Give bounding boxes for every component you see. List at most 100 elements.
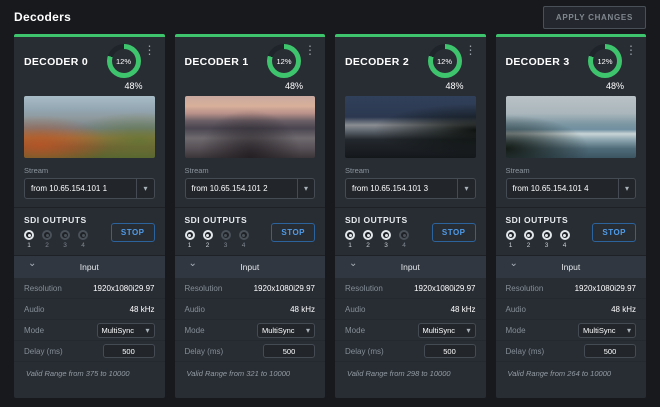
stream-select[interactable]: from 10.65.154.101 4 ▾ <box>506 178 637 199</box>
sdi-output-number: 1 <box>27 242 31 249</box>
sdi-output-toggle-1[interactable]: 1 <box>506 230 516 249</box>
input-section-toggle[interactable]: ⌄ Input <box>496 256 647 278</box>
sdi-output-number: 1 <box>348 242 352 249</box>
input-section-toggle[interactable]: ⌄ Input <box>335 256 486 278</box>
sdi-output-toggle-4[interactable]: 4 <box>399 230 409 249</box>
field-label: Audio <box>506 305 526 314</box>
sdi-output-toggle-4[interactable]: 4 <box>78 230 88 249</box>
sdi-outputs-label: SDI OUTPUTS <box>506 215 570 225</box>
field-value: 48 kHz <box>451 305 476 314</box>
field-label: Audio <box>24 305 44 314</box>
stream-select-value: from 10.65.154.101 3 <box>346 179 457 198</box>
sdi-output-toggle-4[interactable]: 4 <box>239 230 249 249</box>
stop-button[interactable]: STOP <box>271 223 315 242</box>
preview-thumbnail <box>345 96 476 158</box>
stream-label: Stream <box>506 166 637 175</box>
sdi-output-radio-icon <box>60 230 70 240</box>
gauge-percent-label: 12% <box>116 57 131 66</box>
card-menu-button[interactable]: ⋮ <box>141 44 159 56</box>
sdi-output-toggle-3[interactable]: 3 <box>60 230 70 249</box>
sdi-output-toggle-1[interactable]: 1 <box>345 230 355 249</box>
mode-select[interactable]: MultiSync ▾ <box>257 323 315 338</box>
input-section-toggle[interactable]: ⌄ Input <box>14 256 165 278</box>
field-label: Resolution <box>185 284 223 293</box>
input-section-toggle[interactable]: ⌄ Input <box>175 256 326 278</box>
audio-row: Audio 48 kHz <box>175 299 326 320</box>
field-value: 1920x1080i29.97 <box>575 284 636 293</box>
card-menu-button[interactable]: ⋮ <box>622 44 640 56</box>
sdi-output-number: 4 <box>81 242 85 249</box>
sdi-output-toggle-2[interactable]: 2 <box>42 230 52 249</box>
usage-gauge: 12% <box>267 44 301 78</box>
preview-thumbnail <box>506 96 637 158</box>
gauge-block: 12% ⋮ <box>428 44 480 78</box>
field-label: Mode <box>185 326 205 335</box>
sdi-output-toggle-2[interactable]: 2 <box>203 230 213 249</box>
preview-thumbnail <box>24 96 155 158</box>
mode-select[interactable]: MultiSync ▾ <box>578 323 636 338</box>
decoder-title: DECODER 3 <box>506 56 570 68</box>
mode-select[interactable]: MultiSync ▾ <box>97 323 155 338</box>
sdi-output-toggle-3[interactable]: 3 <box>221 230 231 249</box>
chevron-down-icon: ▾ <box>136 179 153 198</box>
sdi-output-toggles: 1 2 3 4 <box>345 230 409 249</box>
sdi-output-number: 4 <box>402 242 406 249</box>
sdi-output-radio-icon <box>221 230 231 240</box>
sdi-output-toggle-1[interactable]: 1 <box>185 230 195 249</box>
delay-input[interactable] <box>263 344 315 358</box>
sdi-outputs-section: SDI OUTPUTS 1 2 3 <box>175 208 326 255</box>
sdi-output-number: 3 <box>63 242 67 249</box>
stop-button[interactable]: STOP <box>592 223 636 242</box>
sdi-output-toggle-4[interactable]: 4 <box>560 230 570 249</box>
sdi-output-toggle-2[interactable]: 2 <box>524 230 534 249</box>
sdi-output-number: 1 <box>509 242 513 249</box>
gauge-block: 12% ⋮ <box>588 44 640 78</box>
field-label: Delay (ms) <box>24 347 63 356</box>
gauge-block: 12% ⋮ <box>267 44 319 78</box>
stop-button[interactable]: STOP <box>111 223 155 242</box>
chevron-down-icon: ▾ <box>297 179 314 198</box>
chevron-down-icon: ▾ <box>457 179 474 198</box>
stop-button[interactable]: STOP <box>432 223 476 242</box>
chevron-open-icon: ⌄ <box>349 259 357 269</box>
decoder-card: DECODER 0 12% ⋮ 48% Stream from 10.65.15… <box>14 34 165 398</box>
mode-select[interactable]: MultiSync ▾ <box>418 323 476 338</box>
delay-input[interactable] <box>103 344 155 358</box>
sdi-output-radio-icon <box>381 230 391 240</box>
sdi-output-toggle-3[interactable]: 3 <box>381 230 391 249</box>
chevron-down-icon: ▾ <box>627 324 635 337</box>
delay-input[interactable] <box>424 344 476 358</box>
sdi-output-toggle-2[interactable]: 2 <box>363 230 373 249</box>
field-label: Audio <box>345 305 365 314</box>
sdi-outputs-label: SDI OUTPUTS <box>185 215 249 225</box>
sdi-output-radio-icon <box>524 230 534 240</box>
delay-input[interactable] <box>584 344 636 358</box>
sdi-output-toggle-3[interactable]: 3 <box>542 230 552 249</box>
usage-percent-label: 48% <box>175 78 326 91</box>
decoder-card: DECODER 3 12% ⋮ 48% Stream from 10.65.15… <box>496 34 647 398</box>
sdi-output-toggles: 1 2 3 4 <box>185 230 249 249</box>
sdi-outputs-section: SDI OUTPUTS 1 2 3 <box>496 208 647 255</box>
stream-select[interactable]: from 10.65.154.101 1 ▾ <box>24 178 155 199</box>
field-label: Delay (ms) <box>185 347 224 356</box>
input-section-label: Input <box>240 262 259 272</box>
sdi-outputs-left: SDI OUTPUTS 1 2 3 <box>24 215 88 249</box>
sdi-outputs-left: SDI OUTPUTS 1 2 3 <box>345 215 409 249</box>
sdi-output-toggle-1[interactable]: 1 <box>24 230 34 249</box>
field-label: Resolution <box>345 284 383 293</box>
sdi-output-radio-icon <box>203 230 213 240</box>
stream-select-value: from 10.65.154.101 1 <box>25 179 136 198</box>
stream-select[interactable]: from 10.65.154.101 3 ▾ <box>345 178 476 199</box>
valid-range-note: Valid Range from 321 to 10000 <box>175 362 326 385</box>
input-section-label: Input <box>561 262 580 272</box>
chevron-down-icon: ▾ <box>466 324 474 337</box>
resolution-row: Resolution 1920x1080i29.97 <box>496 278 647 299</box>
stream-select[interactable]: from 10.65.154.101 2 ▾ <box>185 178 316 199</box>
usage-gauge: 12% <box>588 44 622 78</box>
usage-gauge: 12% <box>428 44 462 78</box>
apply-changes-button[interactable]: APPLY CHANGES <box>543 6 646 29</box>
card-menu-button[interactable]: ⋮ <box>462 44 480 56</box>
decoder-title: DECODER 1 <box>185 56 249 68</box>
field-value: 48 kHz <box>130 305 155 314</box>
card-menu-button[interactable]: ⋮ <box>301 44 319 56</box>
